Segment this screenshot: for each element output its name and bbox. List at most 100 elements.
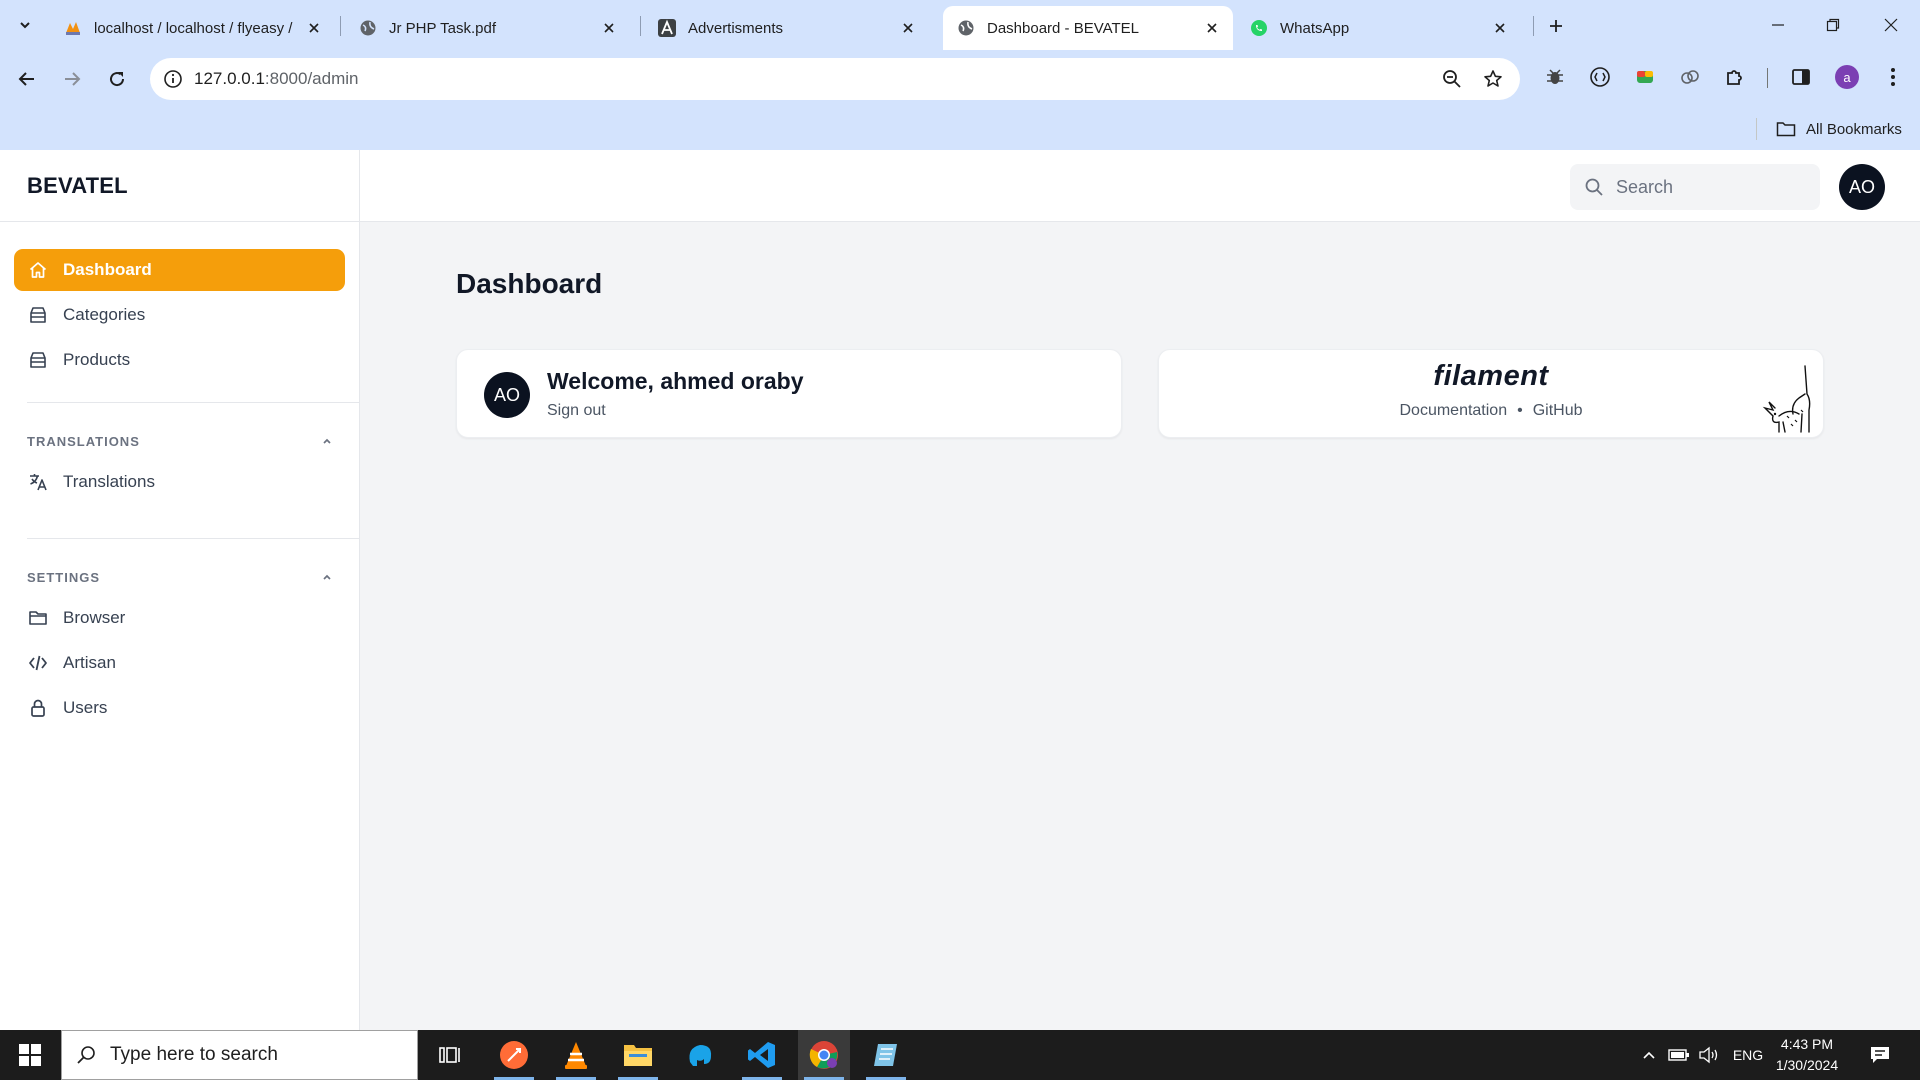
elephant-icon [689,1045,712,1066]
app-topbar: AO [360,150,1920,222]
extensions-puzzle-icon[interactable] [1720,62,1750,92]
back-button[interactable] [10,62,44,96]
sidebar-item-label: Users [63,698,108,717]
chevron-up-icon [323,438,331,444]
url-path: :8000/admin [264,69,359,88]
reload-button[interactable] [100,62,134,96]
postman-icon [500,1041,528,1069]
zoom-icon[interactable] [1440,67,1464,91]
page-title: Dashboard [456,268,603,299]
input-language[interactable]: ENG [1728,1030,1768,1080]
global-search[interactable] [1570,164,1820,210]
side-panel-icon[interactable] [1786,62,1816,92]
minimize-button[interactable] [1758,10,1798,40]
folder-icon [27,607,49,629]
close-icon[interactable] [899,19,917,37]
extension-devtools-icon[interactable] [1585,62,1615,92]
new-tab-button[interactable] [1542,12,1570,40]
sidebar-item-dashboard[interactable]: Dashboard [14,249,345,291]
windows-start-button[interactable] [0,1030,60,1080]
sign-out-link[interactable]: Sign out [547,402,606,420]
bookmark-star-icon[interactable] [1481,67,1505,91]
inbox-stack-icon [27,304,49,326]
restore-button[interactable] [1813,10,1853,40]
notifications-icon[interactable] [1862,1030,1898,1080]
sidebar-item-label: Products [63,350,131,369]
advertisments-app-icon [658,19,676,37]
arrow-right-icon [65,72,81,86]
close-window-button[interactable] [1871,10,1911,40]
tab-advertisments[interactable]: Advertisments [644,6,929,50]
url-text: 127.0.0.1:8000/admin [194,69,358,89]
tab-whatsapp[interactable]: WhatsApp [1236,6,1521,50]
tab-pdf[interactable]: Jr PHP Task.pdf [345,6,630,50]
taskbar-chrome[interactable] [798,1030,850,1080]
clock-time: 4:43 PM [1780,1036,1834,1052]
sidebar-item-artisan[interactable]: Artisan [14,642,345,684]
restore-icon [1826,18,1840,32]
tab-title: WhatsApp [1280,19,1350,37]
divider [27,402,359,403]
tab-dashboard-bevatel[interactable]: Dashboard - BEVATEL [943,6,1233,50]
task-view-button[interactable] [424,1030,476,1080]
sidebar-item-translations[interactable]: Translations [14,461,345,503]
tab-search-button[interactable] [8,10,42,40]
reload-icon [110,72,125,87]
all-bookmarks-label: All Bookmarks [1806,120,1902,138]
site-info-icon[interactable] [152,58,194,100]
link-separator: • [1517,402,1523,419]
sidebar: BEVATEL Dashboard Categories Products TR… [0,150,360,1030]
close-icon[interactable] [600,19,618,37]
documentation-link[interactable]: Documentation [1399,402,1507,420]
search-input[interactable] [1616,176,1796,198]
tab-title: Dashboard - BEVATEL [987,19,1140,37]
volume-icon[interactable] [1694,1030,1724,1080]
inbox-stack-icon [27,349,49,371]
taskbar-vscode[interactable] [736,1030,788,1080]
all-bookmarks-button[interactable]: All Bookmarks [1776,116,1902,142]
avatar: AO [484,372,530,418]
group-header-translations[interactable]: TRANSLATIONS [0,421,359,461]
extension-bug-icon[interactable] [1540,62,1570,92]
sidebar-item-users[interactable]: Users [14,687,345,729]
battery-icon[interactable] [1664,1030,1694,1080]
taskbar-clock[interactable]: 4:43 PM 1/30/2024 [1772,1034,1842,1076]
close-icon[interactable] [1203,19,1221,37]
sidebar-item-products[interactable]: Products [14,339,345,381]
folder-icon [1776,122,1796,137]
taskbar-file-explorer[interactable] [612,1030,664,1080]
taskbar-search[interactable]: Type here to search [61,1030,418,1080]
taskbar-vlc[interactable] [550,1030,602,1080]
address-bar[interactable]: 127.0.0.1:8000/admin [150,58,1520,100]
github-link[interactable]: GitHub [1533,402,1583,420]
forward-button[interactable] [55,62,89,96]
task-view-icon [439,1047,460,1063]
vscode-icon [748,1042,775,1068]
settings-nav: Browser Artisan Users [0,597,359,729]
arrow-left-icon [18,72,34,86]
chevron-up-icon [1643,1051,1655,1059]
extension-link-icon[interactable] [1675,62,1705,92]
tray-overflow-chevron[interactable] [1636,1030,1662,1080]
close-icon[interactable] [305,19,323,37]
code-bracket-icon [27,652,49,674]
extension-color-icon[interactable] [1630,62,1660,92]
group-header-settings[interactable]: SETTINGS [0,557,359,597]
browser-tab-bar: localhost / localhost / flyeasy / Jr PHP… [0,0,1920,50]
user-menu-avatar[interactable]: AO [1839,164,1885,210]
close-icon[interactable] [1491,19,1509,37]
sidebar-item-categories[interactable]: Categories [14,294,345,336]
taskbar-postman[interactable] [488,1030,540,1080]
browser-menu-icon[interactable] [1878,62,1908,92]
brand-logo[interactable]: BEVATEL [0,150,359,222]
sidebar-item-label: Dashboard [63,260,152,279]
sidebar-item-label: Artisan [63,653,116,672]
globe-icon [957,19,975,37]
taskbar-elephant-app[interactable] [674,1030,726,1080]
lock-icon [27,697,49,719]
profile-button[interactable]: a [1832,62,1862,92]
taskbar-notes-app[interactable] [860,1030,912,1080]
sidebar-item-browser[interactable]: Browser [14,597,345,639]
tab-phpmyadmin[interactable]: localhost / localhost / flyeasy / [50,6,335,50]
filament-logo[interactable]: filament [1159,360,1823,393]
